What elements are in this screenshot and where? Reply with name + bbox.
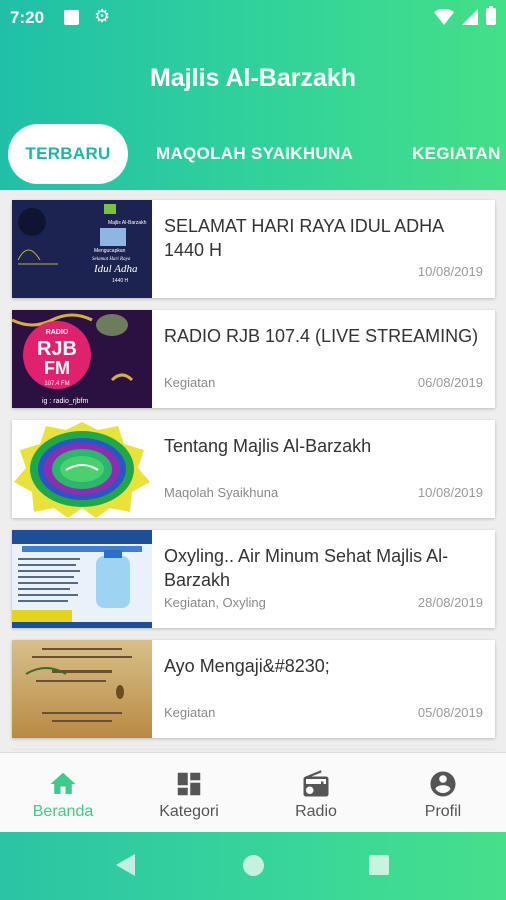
post-date: 10/08/2019 (417, 485, 483, 500)
nav-label: Beranda (32, 803, 94, 820)
thumb-freq: 107.4 FM (44, 381, 69, 387)
bottom-navigation: Beranda Kategori Radio Profil (0, 752, 506, 832)
post-thumbnail (12, 420, 152, 518)
post-title: Oxyling.. Air Minum Sehat Majlis Al-Barz… (164, 546, 449, 590)
thumb-fm: FM (44, 358, 70, 378)
nav-kategori[interactable]: Kategori (126, 753, 252, 833)
nav-label: Kategori (159, 803, 219, 820)
post-title: Tentang Majlis Al-Barzakh (164, 436, 372, 456)
nav-radio[interactable]: Radio (253, 753, 379, 833)
dashboard-icon (177, 772, 201, 796)
tab-kegiatan[interactable]: KEGIATAN (412, 124, 501, 184)
tab-maqolah-syaikhuna[interactable]: MAQOLAH SYAIKHUNA (156, 124, 353, 184)
post-thumbnail (12, 530, 152, 628)
nav-label: Radio (295, 803, 337, 820)
post-thumbnail (12, 640, 152, 738)
nav-label: Profil (424, 803, 462, 820)
app-header: 7:20 ⚙ Majlis Al-Barzakh TERBARU MAQOLAH… (0, 0, 506, 190)
thumb-radio-top: RADIO (46, 329, 69, 336)
post-list: Majlis Al-Barzakh Mengucapkan Selamat Ha… (0, 190, 506, 750)
nav-beranda[interactable]: Beranda (0, 753, 126, 833)
post-date: 10/08/2019 (417, 264, 483, 279)
post-card[interactable]: Tentang Majlis Al-Barzakh Maqolah Syaikh… (12, 420, 495, 518)
notification-icon (64, 10, 79, 25)
home-icon (50, 772, 76, 794)
post-category: Maqolah Syaikhuna (164, 485, 279, 500)
post-category: Kegiatan (164, 375, 216, 390)
thumb-ig: ig : radio_rjbfm (42, 398, 88, 405)
post-card[interactable]: Majlis Al-Barzakh Mengucapkan Selamat Ha… (12, 200, 495, 298)
post-card[interactable]: RADIO RJB FM 107.4 FM ig : radio_rjbfm R… (12, 310, 495, 408)
settings-icon: ⚙ (94, 6, 111, 26)
thumb-line1: Mengucapkan (94, 248, 126, 254)
radio-icon (303, 770, 329, 797)
thumb-rjb: RJB (37, 338, 77, 360)
wifi-icon (434, 8, 454, 25)
battery-icon (486, 6, 496, 25)
thumb-line2: Selamat Hari Raya (92, 257, 131, 262)
status-time: 7:20 (10, 8, 45, 27)
app-title: Majlis Al-Barzakh (149, 64, 357, 92)
nav-profil[interactable]: Profil (380, 753, 506, 833)
thumb-line3: Idul Adha (93, 263, 138, 275)
recent-apps-icon[interactable] (369, 855, 389, 875)
thumb-line4: 1440 H (112, 278, 129, 284)
post-title: RADIO RJB 107.4 (LIVE STREAMING) (164, 326, 479, 346)
post-thumbnail: RADIO RJB FM 107.4 FM ig : radio_rjbfm (12, 310, 152, 408)
account-circle-icon (430, 771, 456, 797)
post-category: Kegiatan, Oxyling (164, 595, 266, 610)
post-date: 06/08/2019 (417, 375, 483, 390)
thumb-brand-text: Majlis Al-Barzakh (108, 220, 147, 226)
back-icon[interactable] (116, 854, 135, 876)
post-title: SELAMAT HARI RAYA IDUL ADHA 1440 H (164, 216, 444, 260)
post-date: 28/08/2019 (417, 595, 483, 610)
tab-terbaru[interactable]: TERBARU (8, 124, 128, 184)
post-category: Kegiatan (164, 705, 216, 720)
signal-icon (462, 8, 478, 25)
post-date: 05/08/2019 (417, 705, 483, 720)
home-button-icon[interactable] (243, 855, 264, 876)
status-bar: 7:20 ⚙ (0, 0, 506, 36)
category-tabs: TERBARU MAQOLAH SYAIKHUNA KEGIATAN (0, 124, 506, 184)
post-title: Ayo Mengaji&#8230; (164, 656, 330, 676)
post-thumbnail: Majlis Al-Barzakh Mengucapkan Selamat Ha… (12, 200, 152, 298)
post-card[interactable]: Ayo Mengaji&#8230; Kegiatan 05/08/2019 (12, 640, 495, 738)
post-card[interactable]: Oxyling.. Air Minum Sehat Majlis Al-Barz… (12, 530, 495, 628)
system-navigation-bar (0, 832, 506, 900)
